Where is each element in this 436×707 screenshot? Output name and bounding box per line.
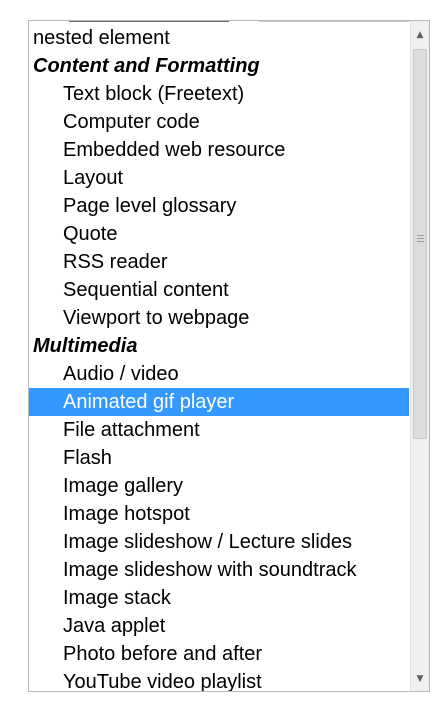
list-item[interactable]: Viewport to webpage	[29, 304, 409, 332]
list-item[interactable]: RSS reader	[29, 248, 409, 276]
list-group-header: Multimedia	[33, 335, 138, 357]
scroll-up-button[interactable]: ▲	[411, 25, 429, 45]
list-item[interactable]: Audio / video	[29, 360, 409, 388]
list-item[interactable]: Java applet	[29, 612, 409, 640]
list-item[interactable]: Photo before and after	[29, 640, 409, 668]
triangle-up-icon: ▲	[416, 30, 424, 40]
list-item-selected[interactable]: Animated gif player	[29, 388, 409, 416]
list-item[interactable]: Image stack	[29, 584, 409, 612]
list-item[interactable]: YouTube video playlist	[29, 668, 409, 691]
list-item[interactable]: Image gallery	[29, 472, 409, 500]
list-item[interactable]: Image slideshow / Lecture slides	[29, 528, 409, 556]
list-item[interactable]: nested element	[29, 24, 409, 52]
list-group-header: Content and Formatting	[33, 55, 260, 77]
clipped-previous-row	[29, 21, 429, 23]
list-item[interactable]: Image hotspot	[29, 500, 409, 528]
list-item[interactable]: File attachment	[29, 416, 409, 444]
grip-icon	[417, 235, 424, 244]
list-item[interactable]: Layout	[29, 164, 409, 192]
list-item[interactable]: Embedded web resource	[29, 136, 409, 164]
list-item[interactable]: Flash	[29, 444, 409, 472]
listbox-items: nested element Content and Formatting Text…	[29, 24, 409, 691]
list-item[interactable]: Computer code	[29, 108, 409, 136]
list-item[interactable]: Text block (Freetext)	[29, 80, 409, 108]
scrollbar-thumb[interactable]	[413, 49, 427, 439]
triangle-down-icon: ▼	[416, 674, 424, 684]
element-type-listbox[interactable]: nested element Content and Formatting Text…	[28, 20, 430, 692]
scroll-down-button[interactable]: ▼	[411, 669, 429, 689]
list-item[interactable]: Image slideshow with soundtrack	[29, 556, 409, 584]
list-item[interactable]: Page level glossary	[29, 192, 409, 220]
list-item[interactable]: Sequential content	[29, 276, 409, 304]
vertical-scrollbar[interactable]: ▲ ▼	[410, 21, 429, 691]
list-item[interactable]: Quote	[29, 220, 409, 248]
